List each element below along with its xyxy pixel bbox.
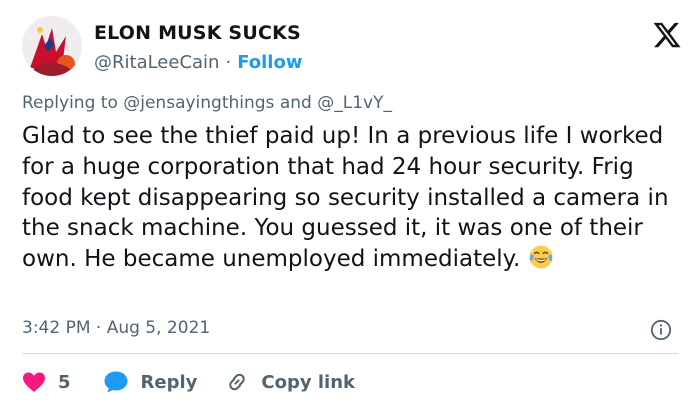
copy-link-button[interactable]: Copy link: [225, 370, 355, 394]
mention-jensayingthings[interactable]: @jensayingthings: [123, 93, 274, 113]
speech-bubble-icon: [104, 371, 128, 393]
avatar-image: [22, 16, 82, 76]
replying-to: Replying to @jensayingthings and @_L1vY_: [22, 93, 392, 113]
info-icon[interactable]: [650, 319, 672, 341]
divider: [22, 353, 678, 354]
reply-button[interactable]: Reply: [103, 370, 198, 394]
x-logo-icon[interactable]: [652, 20, 682, 50]
tweet-timestamp[interactable]: 3:42 PM · Aug 5, 2021: [22, 318, 210, 338]
replying-and: and: [279, 93, 312, 113]
heart-icon: [23, 372, 45, 392]
separator-dot: ·: [225, 52, 232, 73]
reply-label: Reply: [140, 371, 198, 393]
replying-prefix: Replying to: [22, 93, 118, 113]
tweet-text: Glad to see the thief paid up! In a prev…: [22, 123, 669, 273]
avatar[interactable]: [22, 16, 82, 76]
tweet-header: ELON MUSK SUCKS @RitaLeeCain · Follow: [22, 16, 682, 82]
like-count: 5: [58, 371, 71, 393]
handle-row: @RitaLeeCain · Follow: [94, 52, 302, 73]
mention-l1vy[interactable]: @_L1vY_: [317, 93, 392, 113]
action-bar: 5 Reply Copy link: [22, 364, 355, 400]
tweet-text-container: Glad to see the thief paid up! In a prev…: [22, 121, 678, 275]
follow-button[interactable]: Follow: [237, 52, 302, 73]
like-button[interactable]: 5: [22, 371, 71, 393]
face-with-tears-of-joy-icon: [529, 245, 553, 269]
copy-link-label: Copy link: [261, 371, 355, 393]
link-icon: [229, 373, 246, 391]
author-handle[interactable]: @RitaLeeCain: [94, 52, 219, 73]
author-name[interactable]: ELON MUSK SUCKS: [94, 22, 301, 44]
